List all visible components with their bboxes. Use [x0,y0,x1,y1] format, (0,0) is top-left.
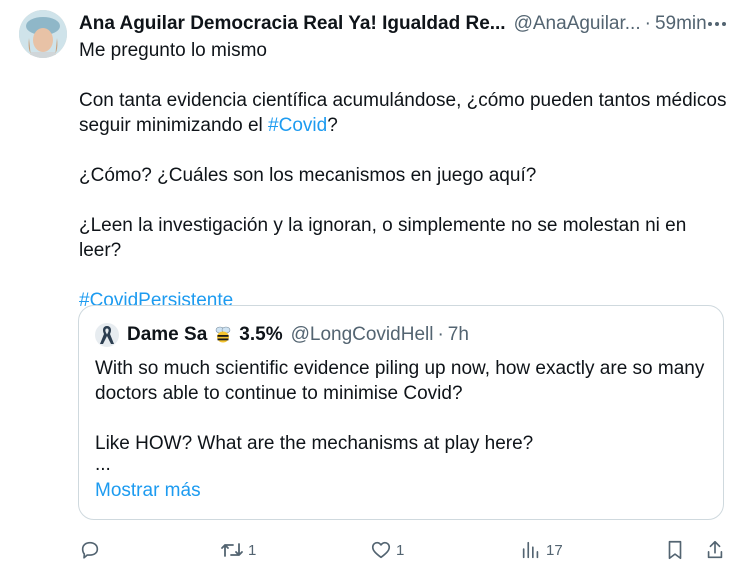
quoted-tweet[interactable]: Dame Sa 3.5% @LongCovidHell · 7h With so… [78,305,724,520]
show-more-link[interactable]: Mostrar más [95,478,705,503]
views-count: 17 [546,541,563,559]
tweet-line: Me pregunto lo mismo [79,40,267,61]
quote-author-handle[interactable]: @LongCovidHell [291,324,434,346]
quote-author-name[interactable]: Dame Sa [127,324,207,346]
quote-author-percent: 3.5% [239,324,283,345]
like-count: 1 [396,541,405,559]
tweet-time[interactable]: 59min [655,13,707,35]
bookmark-icon [665,539,685,561]
retweet-button[interactable]: 1 [220,538,256,562]
tweet-text: Me pregunto lo mismo Con tanta evidencia… [79,38,729,313]
quote-text: With so much scientific evidence piling … [95,356,705,503]
reply-button[interactable] [79,538,101,562]
more-options-icon[interactable] [707,12,727,36]
separator-dot: · [437,324,444,345]
heart-icon [370,539,392,561]
awareness-ribbon-icon[interactable] [95,323,119,347]
retweet-count: 1 [248,541,257,559]
quote-line: With so much scientific evidence piling … [95,358,705,404]
tweet-header: Ana Aguilar Democracia Real Ya! Igualdad… [79,12,727,36]
bar-chart-icon [520,539,542,561]
quote-time[interactable]: 7h [448,324,469,346]
retweet-icon [220,539,244,561]
separator-dot: · [644,13,651,34]
quote-line: Like HOW? What are the mechanisms at pla… [95,433,534,454]
quote-header: Dame Sa 3.5% @LongCovidHell · 7h [95,322,469,348]
tweet-line: ¿Leen la investigación y la ignoran, o s… [79,215,687,261]
tweet-line: Con tanta evidencia científica acumulánd… [79,90,727,136]
quote-ellipsis: ... [95,454,111,475]
like-button[interactable]: 1 [370,538,404,562]
tweet-line: ¿Cómo? ¿Cuáles son los mecanismos en jue… [79,165,537,186]
author-name[interactable]: Ana Aguilar Democracia Real Ya! Igualdad… [79,13,506,35]
tweet-actions: 1 1 17 [79,538,728,562]
author-handle[interactable]: @AnaAguilar... [514,13,641,35]
bee-icon [213,325,233,345]
hashtag-covid[interactable]: #Covid [268,115,327,136]
share-button[interactable] [705,538,725,562]
reply-icon [79,539,101,561]
author-avatar[interactable] [19,10,67,58]
views-button[interactable]: 17 [520,538,563,562]
bookmark-button[interactable] [665,538,685,562]
share-icon [705,539,725,561]
